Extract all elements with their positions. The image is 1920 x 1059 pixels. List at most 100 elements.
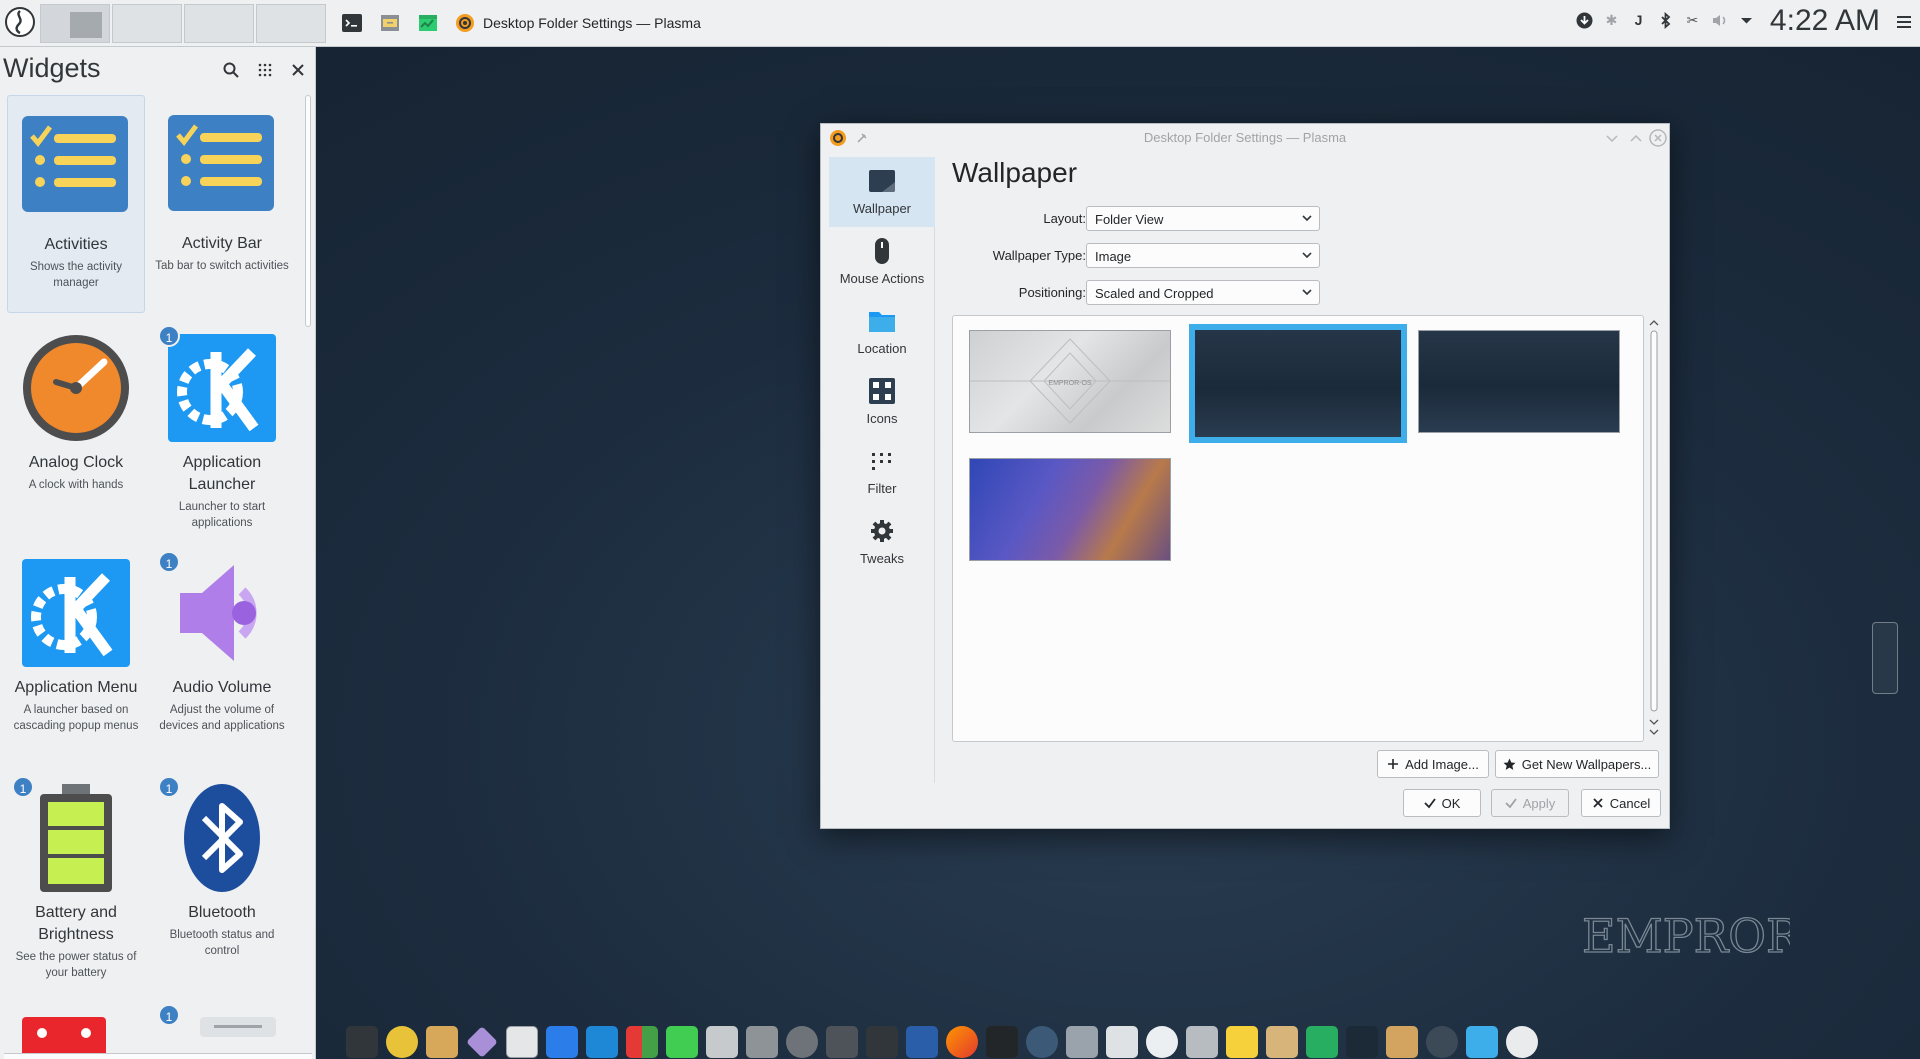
desktop-3[interactable] xyxy=(184,3,254,43)
diamond-app-icon[interactable] xyxy=(466,1025,498,1058)
minimize-icon[interactable] xyxy=(1603,129,1621,147)
taskbar-task[interactable]: Desktop Folder Settings — Plasma xyxy=(455,13,701,33)
sync-icon[interactable] xyxy=(1306,1025,1338,1058)
archive-icon[interactable] xyxy=(426,1025,458,1058)
monitor-icon[interactable] xyxy=(866,1025,898,1058)
desktop-toolbox[interactable] xyxy=(1872,622,1898,694)
widget-application-launcher[interactable]: Application Launcher Launcher to start a… xyxy=(153,332,291,531)
maximize-icon[interactable] xyxy=(1627,129,1645,147)
page-title: Wallpaper xyxy=(952,157,1078,188)
system-monitor-icon[interactable] xyxy=(416,11,440,35)
media-player-icon[interactable] xyxy=(986,1025,1018,1058)
layout-value: Folder View xyxy=(1095,212,1164,227)
pet-app-icon[interactable] xyxy=(386,1025,418,1058)
grid-view-icon[interactable] xyxy=(254,59,276,81)
file-manager-icon[interactable] xyxy=(378,11,402,35)
wallpaper-thumbnail[interactable] xyxy=(969,458,1171,561)
wallpaper-type-select[interactable]: Image xyxy=(1086,243,1320,268)
widget-partial[interactable] xyxy=(200,1017,276,1037)
positioning-label: Positioning: xyxy=(1018,285,1086,300)
panel-menu-icon[interactable] xyxy=(1894,12,1914,32)
wallpaper-gallery: EMPROR-OS xyxy=(952,315,1644,742)
boxes-icon[interactable] xyxy=(1386,1025,1418,1058)
category-mouse-actions[interactable]: Mouse Actions xyxy=(829,227,935,297)
widget-audio-volume[interactable]: Audio Volume Adjust the volume of device… xyxy=(153,557,291,734)
package-icon[interactable] xyxy=(1266,1025,1298,1058)
writer-icon[interactable] xyxy=(546,1025,578,1058)
positioning-select[interactable]: Scaled and Cropped xyxy=(1086,280,1320,305)
qt-icon[interactable] xyxy=(666,1025,698,1058)
widget-bluetooth[interactable]: Bluetooth Bluetooth status and control xyxy=(153,782,291,959)
disc-icon[interactable] xyxy=(1146,1025,1178,1058)
expand-tray-icon[interactable] xyxy=(1737,11,1756,30)
volume-icon[interactable] xyxy=(1710,11,1729,30)
bluetooth-icon[interactable] xyxy=(906,1025,938,1058)
phone-icon[interactable] xyxy=(786,1025,818,1058)
bluetooth-icon[interactable]: ✱ xyxy=(1602,11,1621,30)
printer-icon[interactable] xyxy=(706,1025,738,1058)
category-filter[interactable]: Filter xyxy=(829,437,935,507)
activity-monitor-icon[interactable] xyxy=(1346,1025,1378,1058)
widget-count-badge: 1 xyxy=(12,776,34,798)
document-viewer-icon[interactable] xyxy=(506,1025,538,1058)
j-icon[interactable]: J xyxy=(1629,11,1648,30)
vscode-icon[interactable] xyxy=(586,1025,618,1058)
layout-select[interactable]: Folder View xyxy=(1086,206,1320,231)
scanner-icon[interactable] xyxy=(1186,1025,1218,1058)
gallery-scrollbar[interactable] xyxy=(1646,315,1662,742)
scissors-icon[interactable]: ✂ xyxy=(1683,11,1702,30)
download-icon[interactable] xyxy=(1575,11,1594,30)
widget-name: Audio Volume xyxy=(172,679,272,696)
terminal-icon[interactable] xyxy=(340,11,364,35)
chevron-down-icon xyxy=(1302,215,1312,222)
close-icon[interactable] xyxy=(287,59,309,81)
settings-icon[interactable] xyxy=(1426,1025,1458,1058)
wallpaper-thumbnail[interactable] xyxy=(1418,330,1620,433)
brand-text: EMPROR-OS xyxy=(1582,909,1790,963)
category-tweaks[interactable]: Tweaks xyxy=(829,507,935,577)
terminal-icon[interactable] xyxy=(346,1025,378,1058)
widget-description: Adjust the volume of devices and applica… xyxy=(159,704,285,732)
power-icon[interactable] xyxy=(1506,1025,1538,1058)
desktop-2[interactable] xyxy=(112,3,182,43)
desktop-4[interactable] xyxy=(256,3,326,43)
desktop-1[interactable] xyxy=(40,3,110,43)
category-list: Wallpaper Mouse Actions Location Icons F… xyxy=(829,157,935,783)
widget-analog-clock[interactable]: Analog Clock A clock with hands xyxy=(7,332,145,493)
drive-icon[interactable] xyxy=(1106,1025,1138,1058)
widget-count-badge: 1 xyxy=(158,325,180,347)
app-launcher-icon[interactable] xyxy=(4,6,36,38)
clock[interactable]: 4:22 AM xyxy=(1770,4,1880,38)
icons-grid-icon xyxy=(868,377,896,405)
widget-activity-bar[interactable]: Activity Bar Tab bar to switch activitie… xyxy=(153,95,291,313)
cancel-button[interactable]: Cancel xyxy=(1581,789,1661,817)
bluetooth-icon[interactable] xyxy=(1656,11,1675,30)
widget-description: Tab bar to switch activities xyxy=(155,260,289,272)
firefox-icon[interactable] xyxy=(946,1025,978,1058)
category-wallpaper[interactable]: Wallpaper xyxy=(829,157,935,227)
folder-icon[interactable] xyxy=(1066,1025,1098,1058)
close-icon[interactable] xyxy=(1649,129,1667,147)
add-image-button[interactable]: Add Image... xyxy=(1377,750,1489,778)
office-grid-icon[interactable] xyxy=(626,1025,658,1058)
search-icon[interactable] xyxy=(220,59,242,81)
category-location[interactable]: Location xyxy=(829,297,935,367)
widgets-scrollbar[interactable] xyxy=(305,95,311,327)
get-new-wallpapers-button[interactable]: Get New Wallpapers... xyxy=(1495,750,1659,778)
kde-connect-icon[interactable] xyxy=(826,1025,858,1058)
chevron-down-icon xyxy=(1302,289,1312,296)
apply-button[interactable]: Apply xyxy=(1491,789,1569,817)
notes-icon[interactable] xyxy=(1226,1025,1258,1058)
camera-icon[interactable] xyxy=(746,1025,778,1058)
widget-application-menu[interactable]: Application Menu A launcher based on cas… xyxy=(7,557,145,734)
widget-activities[interactable]: Activities Shows the activity manager xyxy=(7,95,145,313)
wallpaper-thumbnail[interactable]: EMPROR-OS xyxy=(969,330,1171,433)
desktop-icon[interactable] xyxy=(1466,1025,1498,1058)
widget-battery-brightness[interactable]: Battery and Brightness See the power sta… xyxy=(7,782,145,981)
ok-button[interactable]: OK xyxy=(1403,789,1481,817)
wallpaper-thumbnail-selected[interactable] xyxy=(1189,324,1407,443)
speedometer-icon[interactable] xyxy=(1026,1025,1058,1058)
dialog-titlebar[interactable]: Desktop Folder Settings — Plasma xyxy=(821,124,1669,151)
category-icons[interactable]: Icons xyxy=(829,367,935,437)
widget-description: See the power status of your battery xyxy=(15,951,137,979)
